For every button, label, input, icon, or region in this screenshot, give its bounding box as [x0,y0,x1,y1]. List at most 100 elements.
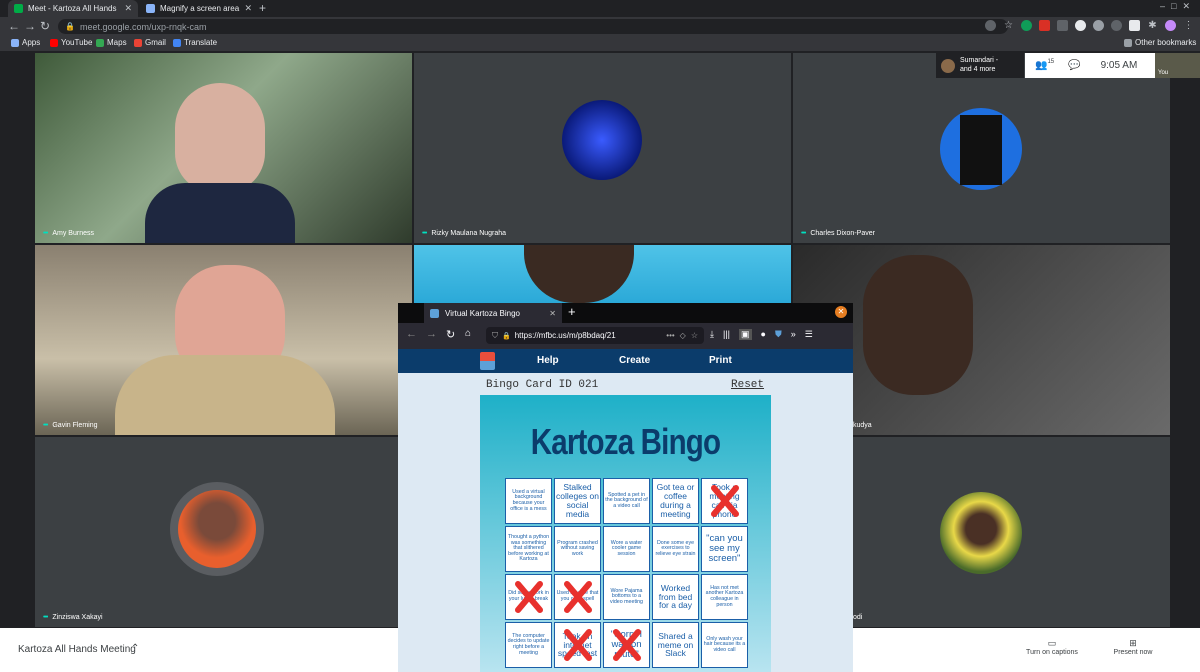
participant-tile-rizky[interactable]: ••• Rizky Maulana Nugraha [414,53,791,243]
bingo-logo-icon[interactable] [480,352,495,370]
adblock-icon[interactable] [1039,20,1050,31]
new-tab-icon[interactable]: + [568,304,576,319]
chevron-up-icon[interactable]: ⌃ [131,643,139,654]
folder-icon [1124,38,1132,47]
bingo-cell[interactable]: Done some eye exercises to relieve eye s… [652,526,699,572]
pocket-icon[interactable]: ◇ [680,331,686,340]
extension-gray-icon[interactable] [1111,20,1122,31]
camera-icon[interactable] [985,20,996,31]
close-icon[interactable]: ✕ [240,3,252,14]
participant-tile-charles[interactable]: ••• Charles Dixon-Paver [793,53,1170,243]
reload-icon[interactable]: ↻ [40,19,50,33]
participant-tile-gavin[interactable]: ••• Gavin Fleming [35,245,412,435]
extension-green-icon[interactable] [1021,20,1032,31]
bingo-cell-text: Only wash your hair because its a video … [703,635,746,653]
bookmark-translate[interactable]: Translate [173,38,217,47]
captions-button[interactable]: ▭ Turn on captions [1024,638,1080,656]
forward-icon[interactable]: → [426,328,437,340]
firefox-tab-strip: Virtual Kartoza Bingo ✕ + ✕ [398,303,853,323]
firefox-address-bar[interactable]: ⛉ 🔒 https://mfbc.us/m/p8bdaq/21 ••• ◇ ☆ [486,327,704,344]
address-bar[interactable]: 🔒 meet.google.com/uxp-rnqk-cam [58,19,1008,34]
overflow-icon[interactable]: » [791,329,796,340]
ublock-icon[interactable]: ⛊ [775,329,782,340]
bingo-cell-text: Got tea or coffee during a meeting [656,482,695,519]
bingo-cell[interactable]: "Sorry I was on mute" [603,622,650,668]
forward-icon[interactable]: → [24,19,36,33]
download-icon[interactable]: ⤓ [710,329,714,340]
presenter-chip[interactable]: Sumandari - and 4 more [936,53,1024,78]
bingo-cell[interactable]: Used a virtual background because your o… [505,478,552,524]
other-bookmarks[interactable]: Other bookmarks [1124,38,1196,47]
menu-icon[interactable]: ⋮ [1183,20,1194,31]
home-icon[interactable]: ⌂ [465,328,471,339]
bingo-cell[interactable]: Took an internet speed test [554,622,601,668]
card-title: Kartoza Bingo [530,421,721,462]
reset-link[interactable]: Reset [731,379,764,391]
present-button[interactable]: ⊞ Present now [1108,638,1158,656]
library-icon[interactable]: ||| [723,329,730,340]
reload-icon[interactable]: ↻ [446,328,455,341]
participant-video [863,255,973,395]
account-icon[interactable]: ● [761,329,766,340]
bingo-cell[interactable]: Wore Pajama bottoms to a video meeting [603,574,650,620]
extension-circle-icon[interactable] [1075,20,1086,31]
back-icon[interactable]: ← [8,19,20,33]
bingo-cell[interactable]: Spotted a pet in the background of a vid… [603,478,650,524]
bingo-cell[interactable]: Used a name that you can't spell [554,574,601,620]
bingo-cell-text: Used a name that you can't spell [556,590,599,602]
bingo-cell[interactable]: Stalked colleges on social media [554,478,601,524]
bingo-cell[interactable]: "can you see my screen" [701,526,748,572]
bingo-cell[interactable]: Only wash your hair because its a video … [701,622,748,668]
bingo-cell[interactable]: Has not met another Kartoza colleague in… [701,574,748,620]
chat-icon[interactable]: 💬 [1068,60,1080,71]
bookmark-gmail[interactable]: Gmail [134,38,166,47]
nav-print[interactable]: Print [709,355,732,366]
star-icon[interactable]: ☆ [1003,20,1014,31]
meeting-title[interactable]: Kartoza All Hands Meeting [18,644,136,655]
avatar [941,58,955,73]
nav-create[interactable]: Create [619,355,650,366]
extension-g-icon[interactable] [1093,20,1104,31]
people-icon[interactable]: 👥 [1035,60,1047,71]
bingo-cell[interactable]: Took a meeting call via phone [701,478,748,524]
tab-meet[interactable]: Meet - Kartoza All Hands ✕ [8,0,138,17]
tab-magnify[interactable]: Magnify a screen area ✕ [140,0,258,17]
puzzle-icon[interactable]: ✱ [1147,20,1158,31]
reader-view-icon[interactable]: ▣ [739,329,752,340]
nav-help[interactable]: Help [537,355,559,366]
participant-tile-zinziswa[interactable]: ••• Zinziswa Xakayi [35,437,412,627]
profile-avatar[interactable] [1165,20,1176,31]
bingo-cell[interactable]: Worked from bed for a day [652,574,699,620]
new-tab-icon[interactable]: + [259,1,266,15]
close-icon[interactable]: ✕ [120,3,132,14]
magnifier-icon [146,4,155,13]
bingo-cell[interactable]: The computer decides to update right bef… [505,622,552,668]
close-icon[interactable]: ✕ [549,309,556,318]
self-view[interactable]: You [1155,53,1200,78]
participant-tile-amy[interactable]: ••• Amy Burness [35,53,412,243]
bookmark-maps[interactable]: Maps [96,38,127,47]
extension-square-icon[interactable] [1129,20,1140,31]
bingo-cell[interactable]: Shared a meme on Slack [652,622,699,668]
more-actions-icon[interactable]: ••• [666,331,674,340]
bingo-cell[interactable]: Program crashed without saving work [554,526,601,572]
bingo-cell[interactable]: Did some work in your lunch break [505,574,552,620]
bingo-cell[interactable]: Got tea or coffee during a meeting [652,478,699,524]
translate-icon [173,38,181,47]
bookmark-star-icon[interactable]: ☆ [691,331,698,340]
bingo-cell[interactable]: Thought a python was something that slit… [505,526,552,572]
bingo-cell[interactable]: Wore a water cooler game session [603,526,650,572]
audio-indicator-icon: ••• [422,230,427,237]
chrome-tab-strip: Meet - Kartoza All Hands ✕ Magnify a scr… [0,0,1200,17]
extension-box-icon[interactable] [1057,20,1068,31]
firefox-tab-bingo[interactable]: Virtual Kartoza Bingo ✕ [424,303,562,323]
bingo-cell-text: "can you see my screen" [706,533,743,564]
hamburger-menu-icon[interactable]: ☰ [805,329,813,340]
bookmark-youtube[interactable]: YouTube [50,38,92,47]
window-close-icon[interactable]: ✕ [835,306,847,318]
window-controls[interactable]: –□✕ [1160,1,1196,12]
bookmark-apps[interactable]: Apps [11,38,40,47]
participant-tile-center[interactable] [414,245,791,303]
back-icon[interactable]: ← [406,328,417,340]
bookmarks-bar: Apps YouTube Maps Gmail Translate Other … [0,36,1200,52]
